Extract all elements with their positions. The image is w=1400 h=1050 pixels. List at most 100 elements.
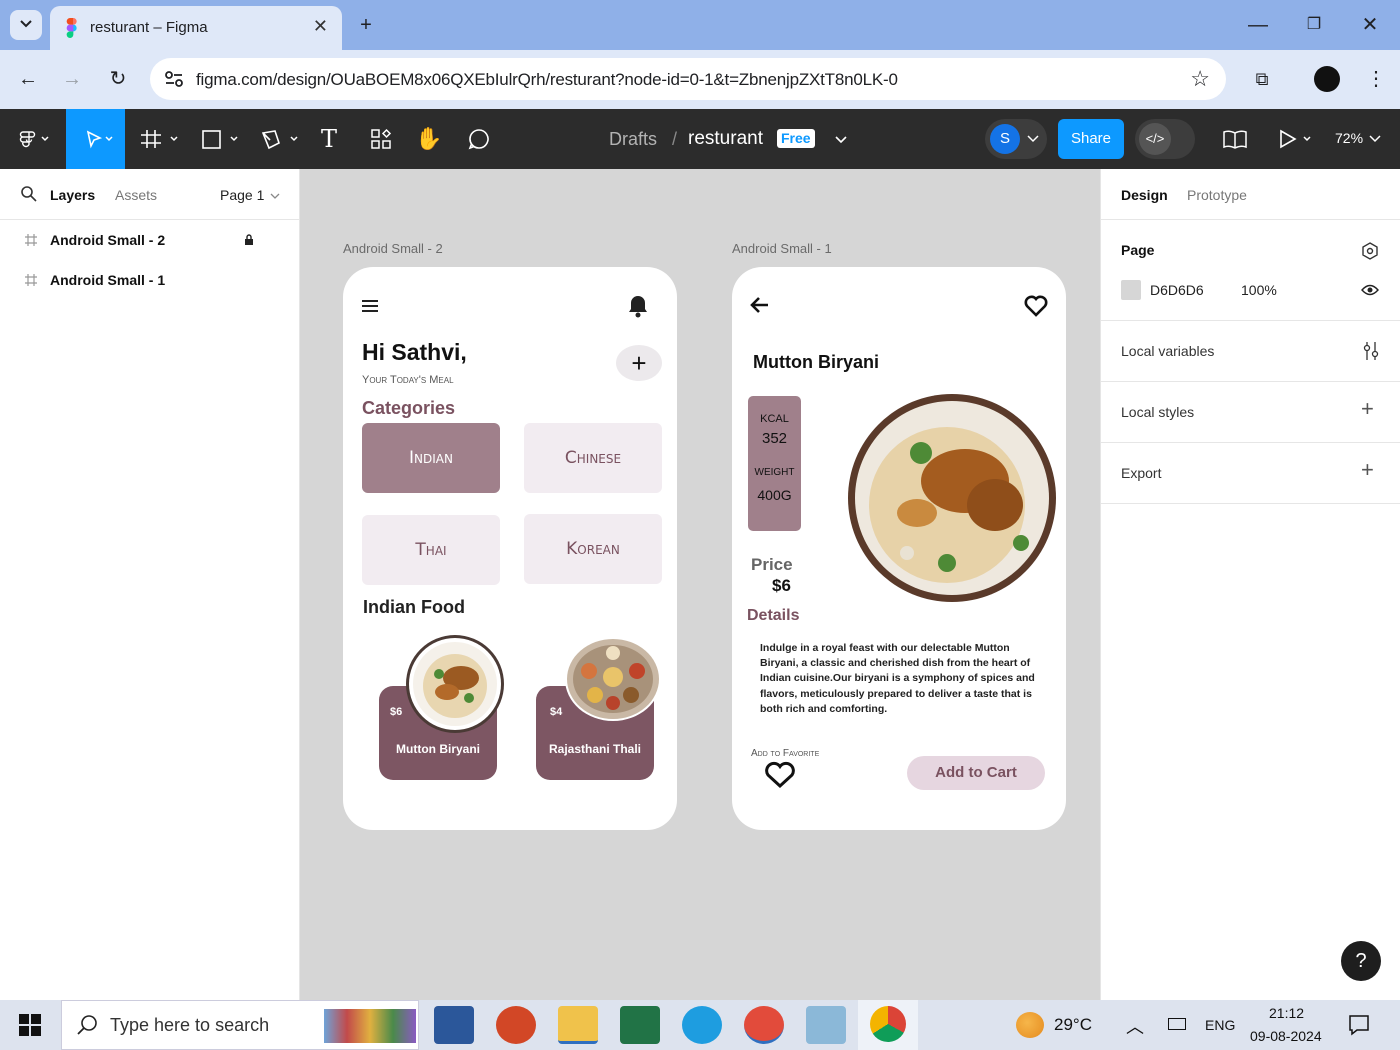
chrome-active-task[interactable] [858, 1000, 918, 1050]
window-close-icon[interactable]: ✕ [1354, 10, 1386, 40]
clock-date[interactable]: 09-08-2024 [1250, 1028, 1322, 1044]
food-plate-icon [413, 642, 497, 726]
bell-icon[interactable] [627, 294, 649, 318]
extensions-icon[interactable]: ⧉ [1246, 64, 1278, 94]
add-icon[interactable]: + [616, 345, 662, 381]
notifications-icon[interactable] [1348, 1014, 1370, 1036]
multiplayer-avatars[interactable]: S [985, 119, 1047, 159]
text-tool-icon[interactable]: T [314, 109, 344, 169]
page-color-swatch[interactable] [1121, 280, 1141, 300]
tab-layers[interactable]: Layers [50, 187, 95, 203]
notepad-app-icon[interactable] [806, 1006, 846, 1044]
category-thai[interactable]: Thai [362, 515, 500, 585]
eye-icon[interactable] [1361, 283, 1379, 297]
reload-icon[interactable]: ↻ [102, 64, 134, 94]
forward-arrow-icon[interactable]: → [56, 64, 88, 94]
shape-tool-button[interactable] [196, 109, 242, 169]
hand-tool-icon[interactable]: ✋ [414, 109, 444, 169]
add-style-icon[interactable]: + [1361, 396, 1374, 422]
back-arrow-icon[interactable]: ← [12, 64, 44, 94]
layer-row-android-small-2[interactable]: Android Small - 2 [0, 225, 299, 255]
nutrition-card: KCAL 352 WEIGHT 400G [748, 396, 801, 531]
heart-outline-icon[interactable] [764, 761, 796, 789]
layer-row-android-small-1[interactable]: Android Small - 1 [0, 265, 299, 295]
close-tab-icon[interactable]: ✕ [313, 16, 328, 37]
page-section-title: Page [1121, 242, 1155, 258]
file-name[interactable]: resturant [688, 128, 763, 150]
food-price: $6 [390, 706, 403, 718]
new-tab-button[interactable]: + [350, 10, 382, 40]
share-button[interactable]: Share [1058, 119, 1124, 159]
powerpoint-app-icon[interactable] [496, 1006, 536, 1044]
resources-tool-button[interactable] [366, 109, 396, 169]
tab-design[interactable]: Design [1121, 187, 1168, 203]
restore-icon[interactable]: ❐ [1298, 10, 1330, 40]
present-play-icon[interactable] [1277, 128, 1317, 150]
styles-hexagon-icon[interactable] [1361, 242, 1379, 260]
library-book-icon[interactable] [1222, 128, 1248, 150]
word-app-icon[interactable] [434, 1006, 474, 1044]
page-opacity[interactable]: 100% [1241, 282, 1277, 298]
dev-mode-toggle[interactable]: </> [1135, 119, 1195, 159]
food-name: Mutton Biryani [396, 742, 480, 756]
biryani-hero-image [847, 393, 1057, 603]
main-menu-button[interactable] [10, 109, 58, 169]
category-chinese[interactable]: Chinese [524, 423, 662, 493]
category-indian[interactable]: Indian [362, 423, 500, 493]
lock-icon[interactable] [244, 234, 254, 246]
variables-sliders-icon[interactable] [1363, 341, 1379, 361]
search-icon[interactable] [20, 185, 38, 203]
address-bar[interactable]: figma.com/design/OUaBOEM8x06QXEbIulrQrh/… [150, 58, 1226, 100]
file-menu-chevron-icon[interactable] [834, 135, 848, 145]
show-hidden-icons-icon[interactable]: ︿ [1126, 1013, 1144, 1039]
add-export-icon[interactable]: + [1361, 457, 1374, 483]
export-section[interactable]: Export + [1101, 443, 1400, 504]
back-arrow-icon[interactable] [750, 295, 770, 315]
taskbar-search-box[interactable]: Type here to search [61, 1000, 419, 1050]
hamburger-menu-icon[interactable] [361, 299, 379, 313]
edge-browser-icon[interactable] [682, 1006, 722, 1044]
clock-time[interactable]: 21:12 [1269, 1005, 1304, 1021]
frame-label-2[interactable]: Android Small - 2 [343, 241, 443, 256]
zoom-chevron-icon[interactable] [1369, 134, 1381, 144]
breadcrumb-drafts[interactable]: Drafts [609, 129, 657, 150]
divider [0, 219, 299, 220]
move-tool-button[interactable] [66, 109, 125, 169]
chevron-down-icon[interactable] [270, 192, 280, 200]
bookmark-star-icon[interactable]: ☆ [1190, 66, 1210, 92]
profile-avatar[interactable] [1314, 66, 1340, 92]
heart-icon[interactable] [1024, 295, 1048, 317]
pen-tool-button[interactable] [256, 109, 302, 169]
excel-app-icon[interactable] [620, 1006, 660, 1044]
page-color-hex[interactable]: D6D6D6 [1150, 282, 1204, 298]
page-selector[interactable]: Page 1 [220, 187, 264, 203]
help-button[interactable]: ? [1341, 941, 1381, 981]
browser-menu-icon[interactable]: ⋮ [1360, 64, 1392, 94]
local-variables-section[interactable]: Local variables [1101, 321, 1400, 382]
minimize-icon[interactable]: — [1242, 10, 1274, 40]
frame-label-1[interactable]: Android Small - 1 [732, 241, 832, 256]
weather-icon[interactable] [1016, 1012, 1044, 1038]
site-info-icon[interactable] [164, 70, 184, 88]
frame-android-small-1[interactable]: Mutton Biryani KCAL 352 WEIGHT 400G Pric… [732, 267, 1066, 830]
thali-image [565, 637, 661, 721]
plan-badge: Free [777, 129, 815, 148]
favorite-label: Add to Favorite [751, 748, 820, 759]
comment-tool-button[interactable] [464, 109, 494, 169]
file-explorer-icon[interactable] [558, 1006, 598, 1044]
category-korean[interactable]: Korean [524, 514, 662, 584]
language-indicator[interactable]: ENG [1205, 1017, 1235, 1033]
tab-prototype[interactable]: Prototype [1187, 187, 1247, 203]
windows-start-icon[interactable] [19, 1014, 41, 1036]
local-styles-section[interactable]: Local styles + [1101, 382, 1400, 443]
weather-temperature[interactable]: 29°C [1054, 1015, 1092, 1035]
tab-search-button[interactable] [10, 10, 42, 40]
add-to-cart-button[interactable]: Add to Cart [907, 756, 1045, 790]
browser-tab-active[interactable]: resturant – Figma ✕ [50, 6, 342, 50]
zoom-level[interactable]: 72% [1335, 130, 1363, 146]
tab-assets[interactable]: Assets [115, 187, 157, 203]
frame-android-small-2[interactable]: Hi Sathvi, Your Today's Meal + Categorie… [343, 267, 677, 830]
battery-icon[interactable] [1168, 1018, 1186, 1030]
chrome-profile-icon[interactable] [744, 1006, 784, 1044]
frame-tool-button[interactable] [136, 109, 182, 169]
